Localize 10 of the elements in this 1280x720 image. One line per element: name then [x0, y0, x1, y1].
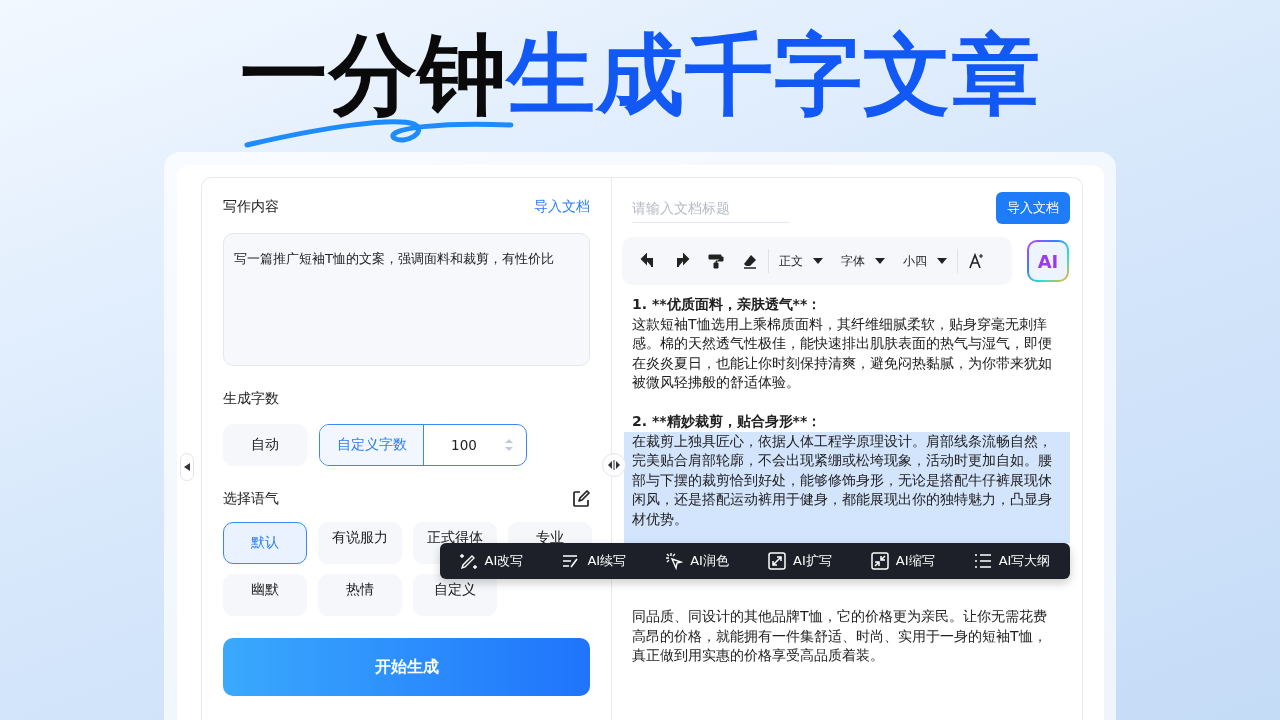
section-label: 生成字数	[223, 390, 280, 408]
paragraph-text: 同品质、同设计的其他品牌T恤，它的价格更为亲民。让你无需花费高昂的价格，就能拥有一件集舒适、时尚、实用于一身的短袖T恤，真正做到用实惠的价格享受高品质着装。	[632, 607, 1048, 665]
paragraph-heading: 2. **精妙裁剪，贴合身形**：	[632, 412, 823, 431]
section-label: 写作内容	[223, 198, 279, 216]
paragraph-heading: 1. **优质面料，亲肤透气**：	[632, 295, 823, 314]
count-value: 100	[450, 437, 478, 453]
section-label: 选择语气	[223, 490, 279, 508]
custom-count-label: 自定义字数	[320, 425, 424, 465]
paragraph-text: 在裁剪上独具匠心，依据人体工程学原理设计。肩部线条流畅自然，完美贴合肩部轮廓，不会出现紧绷或松垮现象，活动时更加自如。腰部与下摆的裁剪恰到好处，能够修饰身形，无论是搭配牛仔裤展现休闲风，还是搭配运动裤用于健身，都能展现出你的独特魅力，凸显身材优势。	[624, 431, 1070, 543]
paragraph-text: 这款短袖T恤选用上乘棉质面料，其纤维细腻柔软，贴身穿毫无刺痒感。棉的天然透气性极佳，能快速排出肌肤表面的热气与湿气，即便在炎炎夏日，也能让你时刻保持清爽，避免闷热黏腻，为你带来犹如被微风轻拂般的舒适体验。	[632, 314, 1053, 392]
